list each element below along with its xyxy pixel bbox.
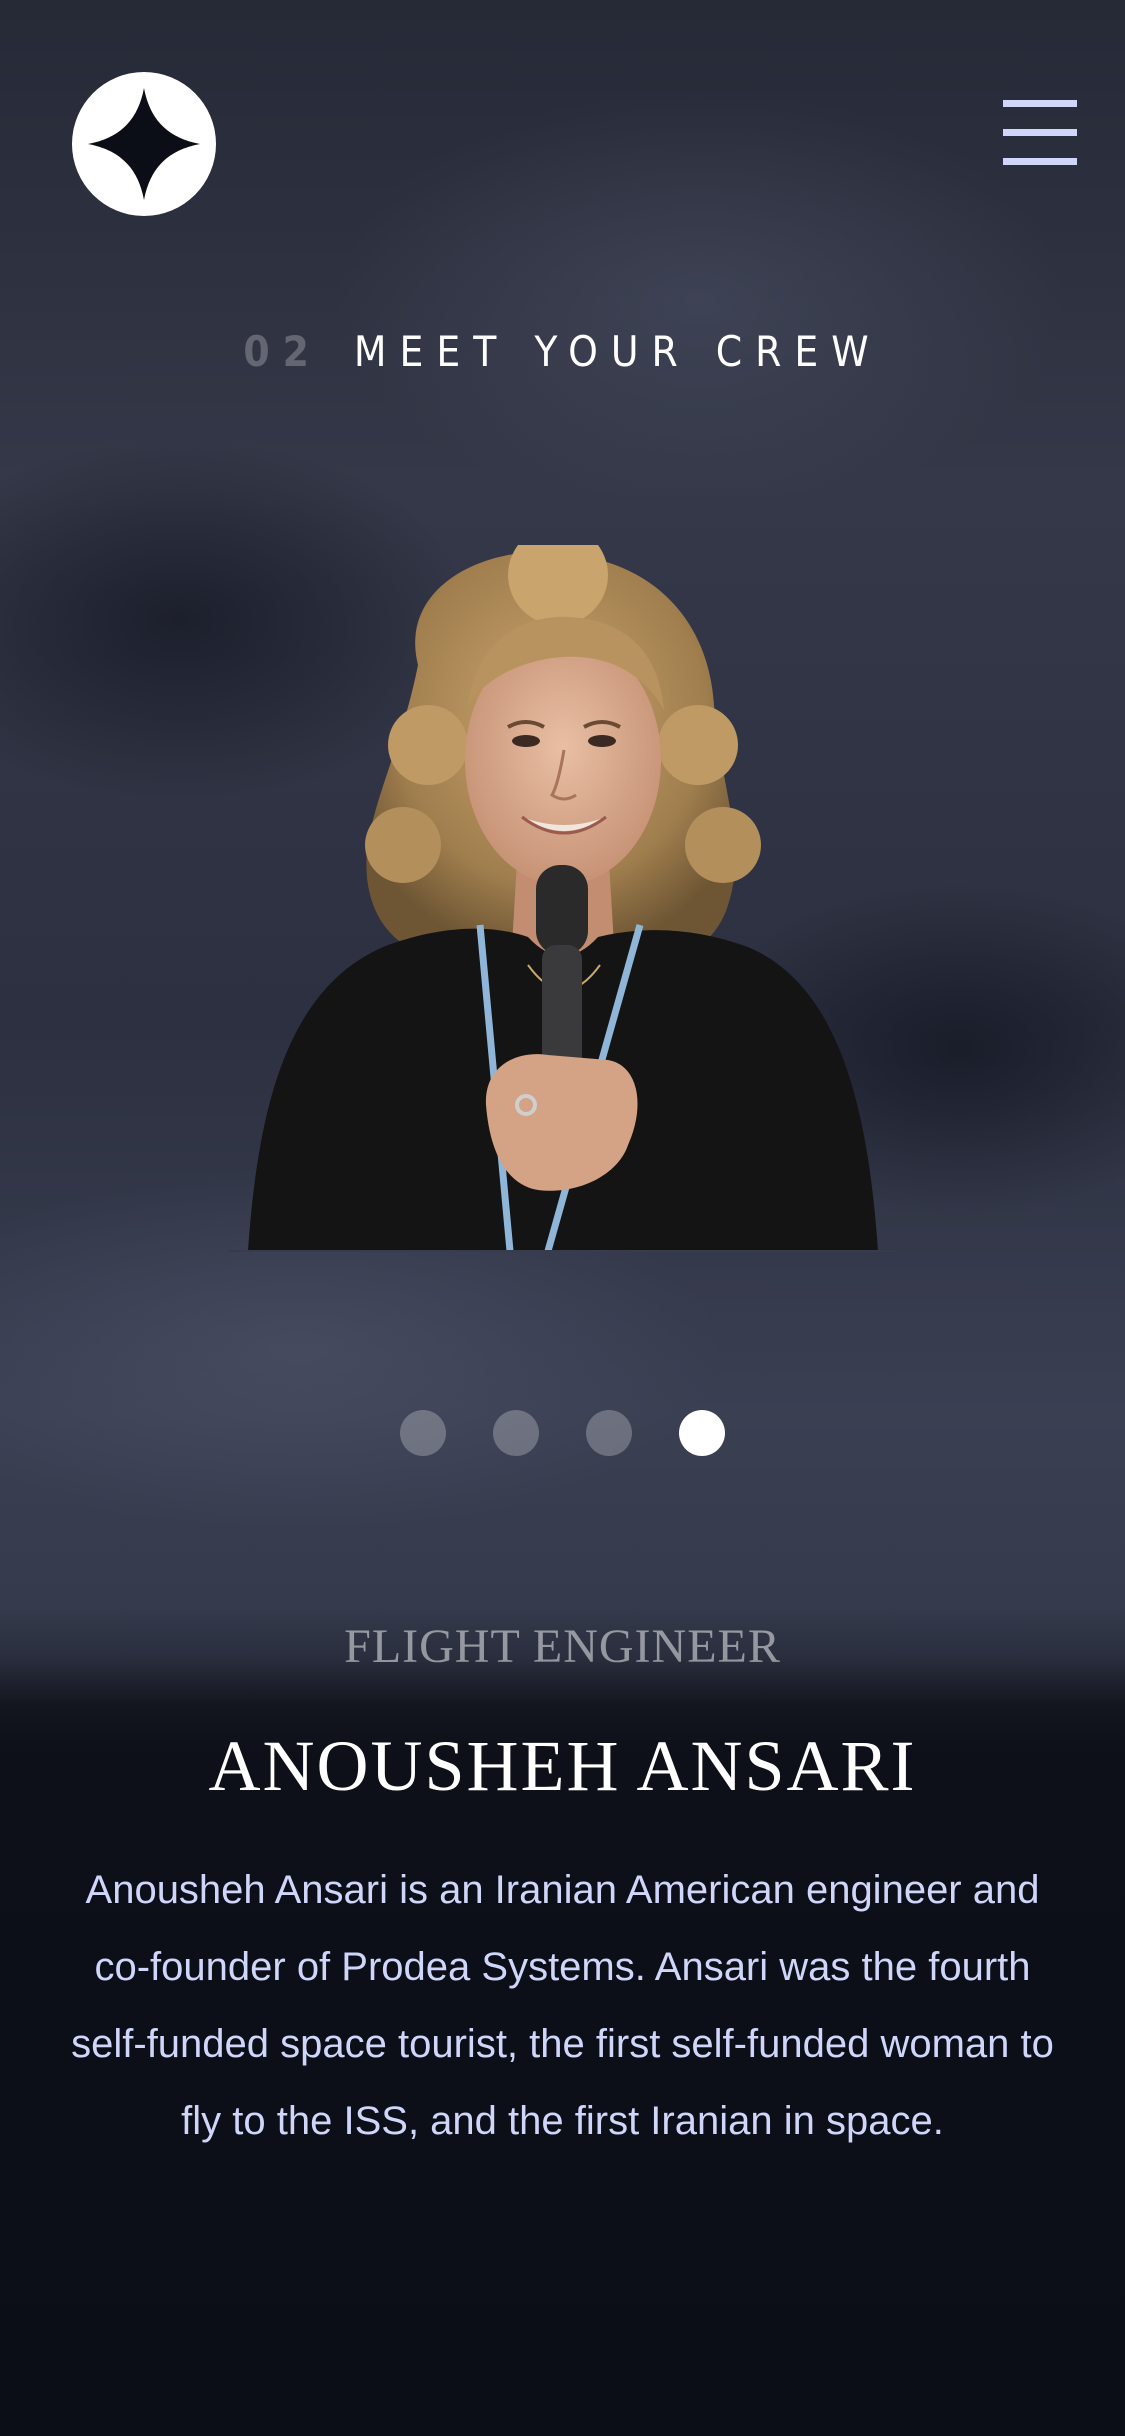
crew-name: ANOUSHEH ANSARI: [208, 1726, 917, 1806]
crew-pagination: [0, 1410, 1125, 1456]
logo[interactable]: [72, 72, 216, 216]
page-title: MEET YOUR CREW: [353, 327, 882, 376]
menu-bar: [1003, 158, 1077, 165]
image-divider: [228, 1250, 898, 1252]
pagination-dot-1[interactable]: [400, 1410, 446, 1456]
crew-bio: Anousheh Ansari is an Iranian American e…: [71, 1868, 1054, 2143]
pagination-dot-2[interactable]: [493, 1410, 539, 1456]
menu-bar: [1003, 100, 1077, 107]
hamburger-menu-icon[interactable]: [1003, 100, 1077, 166]
star-logo-icon: [88, 88, 200, 200]
crew-role: FLIGHT ENGINEER: [344, 1620, 781, 1673]
crew-page: 02 MEET YOUR CREW FLIGHT ENGINEER ANOUSH…: [0, 0, 1125, 2436]
menu-bar: [1003, 129, 1077, 136]
crew-portrait: [228, 545, 898, 1251]
pagination-dot-3[interactable]: [586, 1410, 632, 1456]
page-heading: 02 MEET YOUR CREW: [0, 322, 1125, 382]
pagination-dot-4-active[interactable]: [679, 1410, 725, 1456]
page-number: 02: [243, 327, 322, 376]
